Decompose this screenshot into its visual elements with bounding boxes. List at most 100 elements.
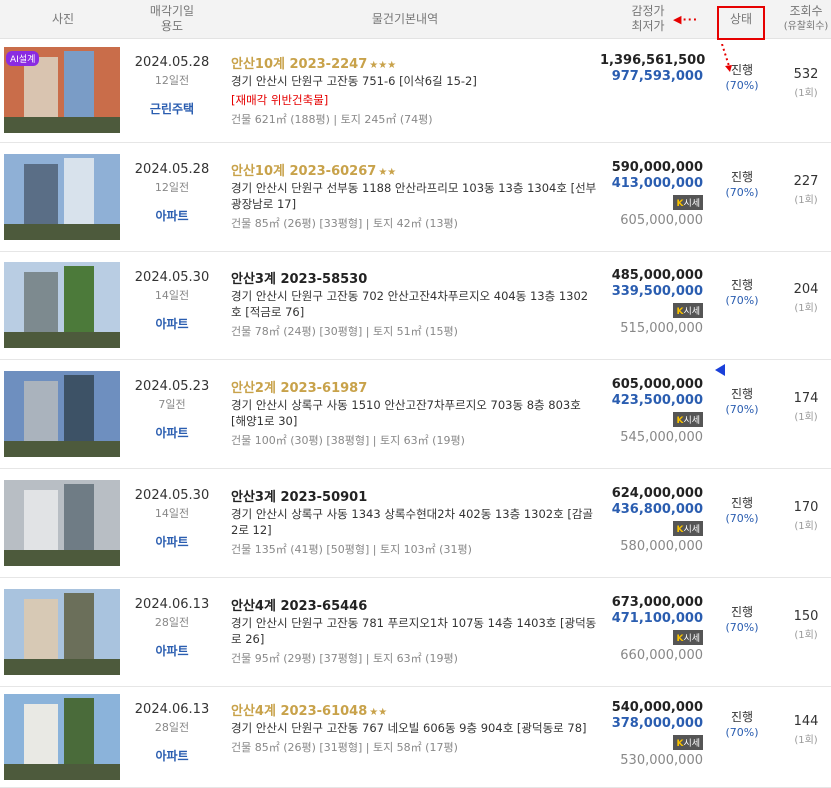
views-cell: 227 (1회) (780, 174, 831, 206)
case-line: 안산3계 2023-58530 (231, 268, 597, 287)
market-label: 시세 (683, 525, 700, 535)
market-label: 시세 (683, 416, 700, 426)
sale-date: 2024.06.13 (134, 702, 210, 717)
property-info-cell: 안산2계 2023-61987 경기 안산시 상록구 사동 1510 안산고잔7차… (231, 377, 597, 448)
property-use[interactable]: 아파트 (128, 207, 216, 224)
property-info-cell: 안산10계 2023-60267 ★★ 경기 안산시 단원구 선부동 1188 안산… (231, 160, 597, 231)
rating-stars: ★★★ (369, 60, 397, 71)
property-address: 경기 안산시 단원구 선부동 1188 안산라프리모 103동 13층 1304… (231, 181, 597, 211)
appraisal-price: 624,000,000 (611, 486, 703, 501)
status-cell: 진행 (70%) (714, 708, 770, 739)
property-photo[interactable] (4, 371, 120, 457)
sale-date-cell: 2024.05.28 12일전근린주택 (128, 55, 216, 117)
sale-date: 2024.05.28 (134, 55, 210, 70)
table-row[interactable]: 2024.05.30 14일전 아파트 안산3계 2023-58530 경기 안산시 단… (0, 251, 831, 360)
market-price-badge[interactable]: K시세 (673, 735, 703, 750)
area-summary: 건물 95㎡ (29평) [37평형] | 토지 63㎡ (19평) (231, 652, 458, 665)
views-cell: 174 (1회) (780, 391, 831, 423)
header-date-label: 매각기일 (149, 4, 195, 18)
sale-date-cell: 2024.05.28 12일전아파트 (128, 162, 216, 224)
status-cell: 진행 (70%) (714, 276, 770, 307)
case-number-link[interactable]: 안산4계 2023-61048 (231, 704, 367, 719)
property-info-cell: 안산4계 2023-61048 ★★ 경기 안산시 단원구 고잔동 767 네오빌 … (231, 700, 597, 755)
auction-status: 진행 (730, 496, 754, 510)
property-photo[interactable] (4, 262, 120, 348)
sale-date-cell: 2024.05.30 14일전 아파트 (128, 270, 216, 332)
failed-bid-count: (1회) (794, 630, 818, 641)
property-use[interactable]: 아파트 (128, 747, 216, 764)
market-price-badge[interactable]: K시세 (673, 303, 703, 318)
minimum-percent: (70%) (725, 294, 759, 307)
property-use[interactable]: 아파트 (128, 315, 216, 332)
property-use[interactable]: 근린주택 (128, 100, 216, 117)
case-line: 안산10계 2023-2247 ★★★ (231, 53, 597, 72)
auction-status: 진행 (730, 605, 754, 619)
case-line: 안산4계 2023-61048 ★★ (231, 700, 597, 719)
market-label: 시세 (683, 634, 700, 644)
view-count: 144 (793, 714, 819, 729)
header-minimum-label: 최저가 (631, 19, 665, 33)
property-use[interactable]: 아파트 (128, 533, 216, 550)
property-photo[interactable]: AI설계 (4, 47, 120, 133)
price-cell: 605,000,000 423,500,000 K시세 545,000,000 (600, 377, 703, 445)
market-price-badge[interactable]: K시세 (673, 630, 703, 645)
property-address: 경기 안산시 단원구 고잔동 702 안산고잔4차푸르지오 404동 13층 1… (231, 289, 589, 319)
price-cell: 624,000,000 436,800,000 K시세 580,000,000 (600, 486, 703, 554)
minimum-price: 378,000,000 (611, 716, 703, 731)
market-label: 시세 (683, 199, 700, 209)
sale-date-cell: 2024.05.30 14일전 아파트 (128, 488, 216, 550)
case-number-link[interactable]: 안산3계 2023-50901 (231, 490, 367, 505)
market-price-badge[interactable]: K시세 (673, 521, 703, 536)
case-number-link[interactable]: 안산4계 2023-65446 (231, 599, 367, 614)
table-row[interactable]: 2024.05.30 14일전 아파트 안산3계 2023-50901 경기 안산시 상… (0, 468, 831, 578)
days-ago: 7일전 (158, 398, 186, 411)
price-cell: 590,000,000 413,000,000 K시세 605,000,000 (600, 160, 703, 228)
table-row[interactable]: 2024.05.28 12일전아파트 안산10계 2023-60267 ★★ 경기 안산… (0, 142, 831, 252)
minimum-percent: (70%) (725, 403, 759, 416)
case-number-link[interactable]: 안산10계 2023-2247 (231, 57, 367, 72)
sale-date-cell: 2024.06.13 28일전 아파트 (128, 702, 216, 764)
appraisal-price: 485,000,000 (611, 268, 703, 283)
sale-date: 2024.05.28 (134, 162, 210, 177)
case-line: 안산10계 2023-60267 ★★ (231, 160, 597, 179)
price-cell: 673,000,000 471,100,000 K시세 660,000,000 (600, 595, 703, 663)
header-fail-count-label: (유찰회수) (783, 21, 829, 32)
sale-date-cell: 2024.05.23 7일전 아파트 (128, 379, 216, 441)
views-cell: 204 (1회) (780, 282, 831, 314)
days-ago: 12일전 (154, 181, 190, 194)
days-ago: 14일전 (154, 507, 190, 520)
market-label: 시세 (683, 739, 700, 749)
market-price-badge[interactable]: K시세 (673, 195, 703, 210)
header-use-label: 용도 (160, 19, 184, 33)
auction-status: 진행 (730, 170, 754, 184)
property-use[interactable]: 아파트 (128, 642, 216, 659)
case-number-link[interactable]: 안산3계 2023-58530 (231, 272, 367, 287)
case-number-link[interactable]: 안산2계 2023-61987 (231, 381, 367, 396)
views-cell: 170 (1회) (780, 500, 831, 532)
left-arrow-annotation: ◀··· (673, 13, 698, 26)
minimum-percent: (70%) (725, 621, 759, 634)
property-photo[interactable] (4, 480, 120, 566)
table-row[interactable]: 2024.06.13 28일전 아파트 안산4계 2023-65446 경기 안산시 단… (0, 577, 831, 687)
appraisal-price: 540,000,000 (611, 700, 703, 715)
days-ago: 12일전 (154, 74, 190, 87)
property-photo[interactable] (4, 694, 120, 780)
failed-bid-count: (1회) (794, 303, 818, 314)
auction-status: 진행 (730, 710, 754, 724)
property-address: 경기 안산시 단원구 고잔동 751-6 [이삭6길 15-2] (231, 74, 477, 88)
market-price-badge[interactable]: K시세 (673, 412, 703, 427)
sale-date-cell: 2024.06.13 28일전 아파트 (128, 597, 216, 659)
header-info: 물건기본내역 (371, 12, 439, 26)
property-use[interactable]: 아파트 (128, 424, 216, 441)
failed-bid-count: (1회) (794, 735, 818, 746)
rating-stars: ★★ (369, 707, 388, 718)
property-photo[interactable] (4, 154, 120, 240)
table-row[interactable]: 2024.05.23 7일전 아파트 안산2계 2023-61987 경기 안산시 상록… (0, 359, 831, 469)
property-photo[interactable] (4, 589, 120, 675)
status-cell: 진행 (70%) (714, 385, 770, 416)
case-number-link[interactable]: 안산10계 2023-60267 (231, 164, 376, 179)
failed-bid-count: (1회) (794, 195, 818, 206)
market-price: 660,000,000 (620, 648, 703, 663)
table-row[interactable]: 2024.06.13 28일전 아파트 안산4계 2023-61048 ★★ 경기 안산시… (0, 686, 831, 788)
table-row[interactable]: AI설계 2024.05.28 12일전근린주택 안산10계 2023-2247 ★★★… (0, 38, 831, 143)
